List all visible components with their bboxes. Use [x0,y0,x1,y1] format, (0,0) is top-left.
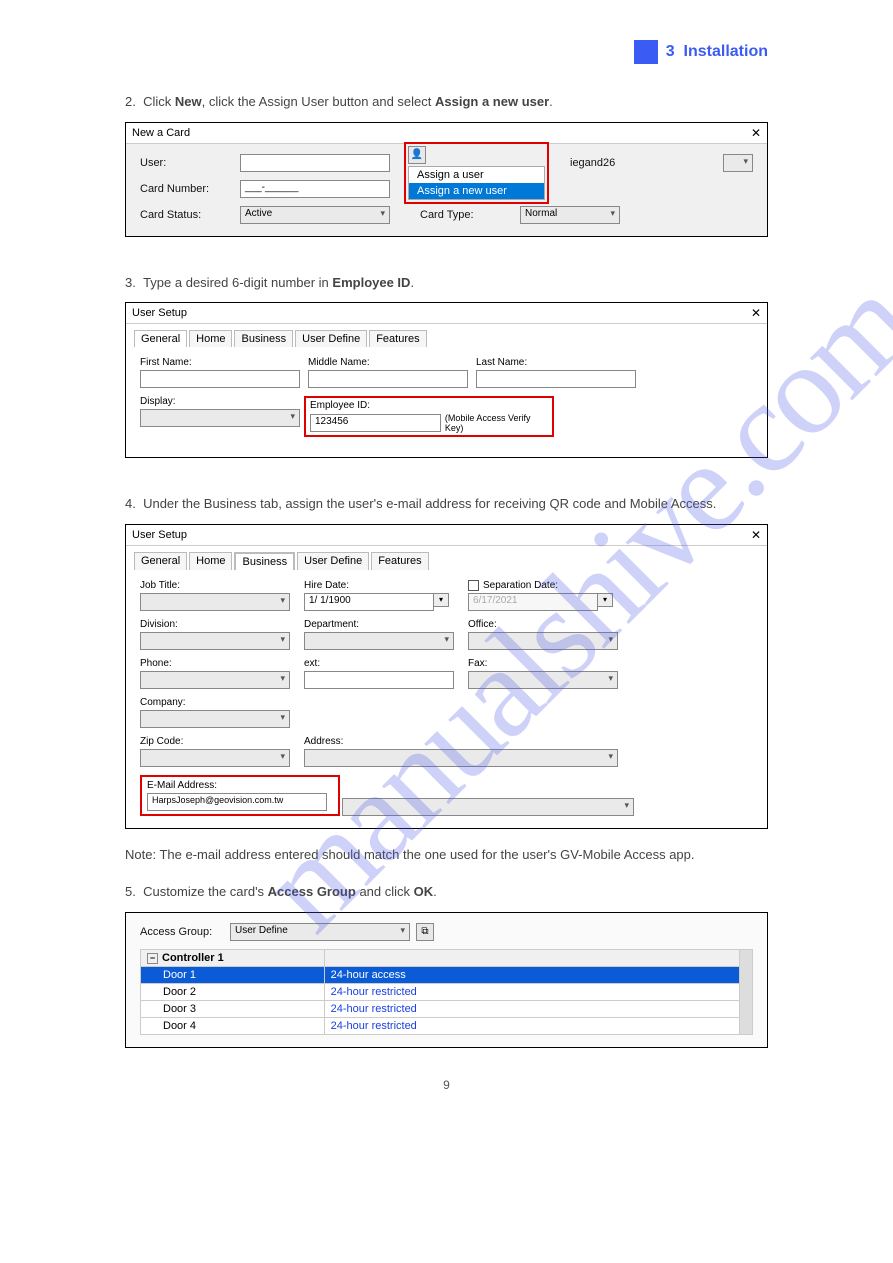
user-input[interactable] [240,154,390,172]
phone-select[interactable] [140,671,290,689]
email-label: E-Mail Address: [147,780,333,791]
tab-features[interactable]: Features [369,330,426,347]
mobile-verify-hint: (Mobile Access Verify Key) [445,413,548,433]
access-group-select[interactable]: User Define [230,923,410,941]
department-label: Department: [304,619,454,630]
tab-features[interactable]: Features [371,552,428,570]
division-label: Division: [140,619,290,630]
display-select[interactable] [140,409,300,427]
section-number: 3 [666,43,675,60]
assign-new-user-menu-item[interactable]: Assign a new user [409,183,544,199]
card-bit-value: iegand26 [570,157,615,169]
scrollbar[interactable] [740,949,753,1034]
card-status-select[interactable]: Active [240,206,390,224]
hire-date-input[interactable]: 1/ 1/1900 [304,593,434,611]
controller-name: Controller 1 [162,952,224,964]
employee-id-label: Employee ID: [310,400,548,411]
calendar-icon: ▾ [597,593,613,607]
assign-user-icon[interactable]: 👤 [408,146,426,164]
office-select[interactable] [468,632,618,650]
card-type-label: Card Type: [420,209,480,221]
job-title-label: Job Title: [140,580,290,591]
department-select[interactable] [304,632,454,650]
table-row[interactable]: Door 4 [141,1017,325,1034]
card-type-select[interactable]: Normal [520,206,620,224]
division-select[interactable] [140,632,290,650]
company-select[interactable] [140,710,290,728]
tab-general[interactable]: General [134,552,187,570]
tab-userdefine[interactable]: User Define [297,552,369,570]
tab-business[interactable]: Business [234,552,295,570]
address-select[interactable] [304,749,618,767]
company-label: Company: [140,697,290,708]
close-icon[interactable]: ✕ [751,528,761,542]
table-cell[interactable]: 24-hour restricted [324,983,739,1000]
door-access-table: −Controller 1 Door 124-hour access Door … [140,949,753,1035]
card-number-input[interactable]: ___-______ [240,180,390,198]
table-cell[interactable]: 24-hour access [324,966,739,983]
note-text: Note: The e-mail address entered should … [125,845,768,865]
step2-text: 2. Click New, click the Assign User butt… [125,92,768,112]
email-input[interactable]: HarpsJoseph@geovision.com.tw [147,793,327,811]
user-label: User: [140,157,240,169]
page-number: 9 [125,1078,768,1092]
first-name-input[interactable] [140,370,300,388]
header-box-icon [634,40,658,64]
fax-label: Fax: [468,658,618,669]
table-row[interactable]: Door 3 [141,1000,325,1017]
collapse-icon[interactable]: − [147,953,158,964]
card-status-label: Card Status: [140,209,240,221]
close-icon[interactable]: ✕ [751,126,761,140]
dialog-title: User Setup [132,529,187,541]
section-header: 3 Installation [125,40,768,64]
tab-business[interactable]: Business [234,330,293,347]
fax-select[interactable] [468,671,618,689]
tab-home[interactable]: Home [189,552,232,570]
tab-home[interactable]: Home [189,330,232,347]
tab-general[interactable]: General [134,330,187,347]
dialog-title: User Setup [132,307,187,319]
email-extra-select[interactable] [342,798,634,816]
step5-text: 5. Customize the card's Access Group and… [125,882,768,902]
table-row[interactable]: Door 2 [141,983,325,1000]
middle-name-label: Middle Name: [308,357,468,368]
step3-text: 3. Type a desired 6-digit number in Empl… [125,273,768,293]
zip-select[interactable] [140,749,290,767]
middle-name-input[interactable] [308,370,468,388]
phone-label: Phone: [140,658,290,669]
hire-date-label: Hire Date: [304,580,454,591]
separation-checkbox[interactable] [468,580,479,591]
separation-date-label: Separation Date: [468,580,618,591]
job-title-select[interactable] [140,593,290,611]
address-label: Address: [304,736,618,747]
first-name-label: First Name: [140,357,300,368]
ext-input[interactable] [304,671,454,689]
display-label: Display: [140,396,300,407]
last-name-label: Last Name: [476,357,636,368]
table-row[interactable]: Door 1 [141,966,325,983]
user-setup-general-dialog: User Setup ✕ General Home Business User … [125,302,768,458]
access-group-label: Access Group: [140,926,230,938]
access-group-panel: Access Group: User Define ⧉ −Controller … [125,912,768,1048]
last-name-input[interactable] [476,370,636,388]
zip-label: Zip Code: [140,736,290,747]
ext-label: ext: [304,658,454,669]
user-setup-business-dialog: User Setup ✕ General Home Business User … [125,524,768,829]
calendar-icon[interactable]: ▾ [433,593,449,607]
table-cell[interactable]: 24-hour restricted [324,1000,739,1017]
section-title: Installation [684,43,768,60]
new-card-dialog: New a Card ✕ User: 👤 Assign a user Assig… [125,122,768,237]
close-icon[interactable]: ✕ [751,306,761,320]
card-bit-select[interactable] [723,154,753,172]
access-config-icon[interactable]: ⧉ [416,923,434,941]
assign-user-menu-item[interactable]: Assign a user [409,167,544,183]
office-label: Office: [468,619,618,630]
dialog-title: New a Card [132,127,190,139]
employee-id-input[interactable]: 123456 [310,414,441,432]
tab-userdefine[interactable]: User Define [295,330,367,347]
step4-text: 4. Under the Business tab, assign the us… [125,494,768,514]
separation-date-input: 6/17/2021 [468,593,598,611]
card-number-label: Card Number: [140,183,240,195]
table-cell[interactable]: 24-hour restricted [324,1017,739,1034]
